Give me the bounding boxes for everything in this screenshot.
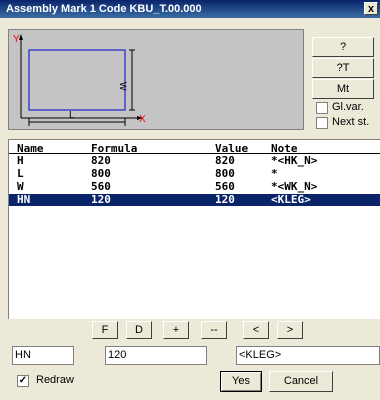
cell-value: 560 [215,180,235,193]
cell-formula: 560 [91,180,111,193]
part-outline [28,49,126,111]
help-t-button[interactable]: ?T [312,58,374,78]
table-row-selected[interactable]: HN 120 120 <KLEG> [9,194,380,206]
window-title: Assembly Mark 1 Code KBU_T.00.000 [6,3,202,15]
cell-value: 820 [215,154,235,167]
redraw-label: Redraw [36,374,74,386]
gl-var-label: Gl.var. [332,101,364,113]
table-row[interactable]: L 800 800 * [9,168,380,180]
cell-formula: 120 [91,193,111,206]
help-button[interactable]: ? [312,37,374,57]
gl-var-checkbox[interactable] [316,102,328,114]
mt-button[interactable]: Mt [312,79,374,99]
cell-value: 120 [215,193,235,206]
cancel-button[interactable]: Cancel [269,371,333,392]
cell-note: * [271,167,278,180]
cell-name: H [17,154,24,167]
l-dim-label: L [69,110,75,121]
header-separator [9,153,380,154]
yes-button[interactable]: Yes [220,371,262,392]
cell-formula: 800 [91,167,111,180]
next-button[interactable]: > [277,321,303,339]
title-bar: Assembly Mark 1 Code KBU_T.00.000 x [0,0,380,18]
remove-button[interactable]: -- [201,321,227,339]
next-st-label: Next st. [332,116,370,128]
add-button[interactable]: + [163,321,189,339]
f-button[interactable]: F [92,321,118,339]
cell-name: L [17,167,24,180]
cell-note: *<WK_N> [271,180,318,193]
prev-button[interactable]: < [243,321,269,339]
table-row[interactable]: W 560 560 *<WK_N> [9,181,380,193]
note-field[interactable]: <KLEG> [236,346,380,365]
cell-formula: 820 [91,154,111,167]
close-button[interactable]: x [364,2,378,15]
cell-note: *<HK_N> [271,154,318,167]
redraw-checkbox[interactable]: ✓ [17,375,29,387]
preview-panel: Y X W L [8,29,304,130]
d-button[interactable]: D [126,321,152,339]
formula-field[interactable]: 120 [105,346,207,365]
cell-note: <KLEG> [271,193,311,206]
w-dim-label: W [118,82,128,91]
table-row[interactable]: H 820 820 *<HK_N> [9,155,380,167]
preview-drawing: Y X W L [13,34,146,126]
name-field[interactable]: HN [12,346,74,365]
x-axis-label: X [139,114,146,125]
y-axis-label: Y [13,34,20,45]
cell-name: W [17,180,24,193]
variables-table[interactable]: Name Formula Value Note H 820 820 *<HK_N… [8,139,380,319]
cell-name: HN [17,193,31,206]
next-st-checkbox[interactable] [316,117,328,129]
cell-value: 800 [215,167,235,180]
